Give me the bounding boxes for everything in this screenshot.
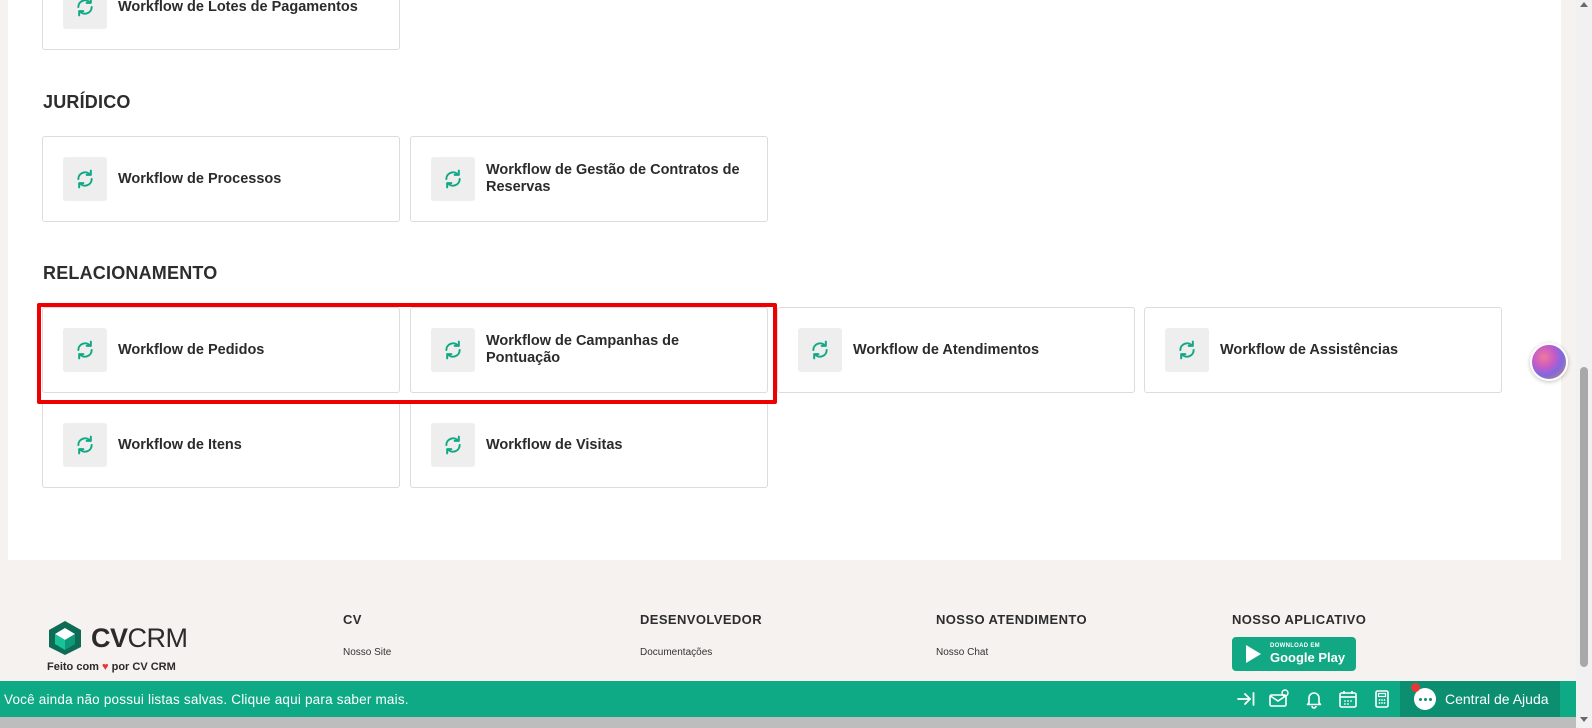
- sync-icon: [431, 157, 475, 201]
- workflow-card-visitas[interactable]: Workflow de Visitas: [410, 402, 768, 488]
- made-with-text: Feito com ♥ por CV CRM: [47, 661, 176, 673]
- window-bottom-edge: [0, 717, 1576, 728]
- notification-dot: [1411, 683, 1420, 692]
- workflow-card-label: Workflow de Gestão de Contratos de Reser…: [486, 162, 740, 195]
- vertical-scrollbar[interactable]: [1576, 0, 1592, 728]
- sync-icon: [63, 423, 107, 467]
- workflow-card-campanhas-pontuacao[interactable]: Workflow de Campanhas de Pontuação: [410, 307, 768, 393]
- workflow-card-label: Workflow de Assistências: [1220, 341, 1399, 358]
- cvcrm-logo-icon: [49, 621, 81, 655]
- workflow-card-pedidos[interactable]: Workflow de Pedidos: [42, 307, 400, 393]
- footer-column-cv: CV Nosso Site: [343, 612, 391, 658]
- cvcrm-logo: CVCRM: [47, 620, 188, 656]
- saved-lists-message[interactable]: Você ainda não possui listas salvas. Cli…: [4, 692, 409, 707]
- section-title-juridico: JURÍDICO: [43, 92, 131, 112]
- brand-name: CVCRM: [91, 622, 188, 653]
- sync-icon: [798, 328, 842, 372]
- footer-heading: NOSSO APLICATIVO: [1232, 612, 1367, 627]
- mail-settings-icon[interactable]: [1268, 688, 1290, 710]
- section-title-relacionamento: RELACIONAMENTO: [43, 263, 218, 283]
- saved-lists-bar: Você ainda não possui listas salvas. Cli…: [0, 681, 1576, 717]
- footer-column-atendimento: NOSSO ATENDIMENTO Nosso Chat: [936, 612, 1087, 658]
- footer-column-desenvolvedor: DESENVOLVEDOR Documentações: [640, 612, 762, 658]
- calendar-icon[interactable]: [1337, 688, 1359, 710]
- help-center-button[interactable]: Central de Ajuda: [1400, 681, 1560, 717]
- workflow-card-atendimentos[interactable]: Workflow de Atendimentos: [777, 307, 1135, 393]
- workflow-card-assistencias[interactable]: Workflow de Assistências: [1144, 307, 1502, 393]
- scrollbar-thumb[interactable]: [1580, 367, 1588, 667]
- sync-icon: [431, 328, 475, 372]
- workflow-card-itens[interactable]: Workflow de Itens: [42, 402, 400, 488]
- sync-icon: [431, 423, 475, 467]
- help-center-label: Central de Ajuda: [1445, 691, 1549, 707]
- workflow-card-label: Workflow de Campanhas de Pontuação: [486, 333, 680, 366]
- footer-heading: CV: [343, 612, 362, 627]
- workflow-card-label: Workflow de Visitas: [486, 436, 623, 453]
- footer-column-aplicativo: NOSSO APLICATIVO: [1232, 612, 1366, 627]
- workflow-card-label: Workflow de Atendimentos: [853, 341, 1040, 358]
- bell-icon[interactable]: [1303, 688, 1325, 710]
- footer-link-nosso-chat[interactable]: Nosso Chat: [936, 647, 1087, 658]
- google-play-small-text: DOWNLOAD EM: [1270, 643, 1320, 649]
- collapse-arrow-icon[interactable]: [1235, 688, 1257, 710]
- workflow-card-gestao-contratos-reservas[interactable]: Workflow de Gestão de Contratos de Reser…: [410, 136, 768, 222]
- footer-link-documentacoes[interactable]: Documentações: [640, 647, 762, 658]
- scroll-down-arrow-icon[interactable]: [1580, 717, 1588, 722]
- calculator-icon[interactable]: [1371, 688, 1393, 710]
- sync-icon: [63, 157, 107, 201]
- footer-heading: NOSSO ATENDIMENTO: [936, 612, 1088, 627]
- workflow-card-label: Workflow de Itens: [118, 436, 242, 453]
- google-play-button[interactable]: DOWNLOAD EM Google Play: [1232, 637, 1356, 671]
- scroll-up-arrow-icon[interactable]: [1580, 2, 1588, 7]
- sync-icon: [63, 0, 107, 29]
- play-store-icon: [1246, 645, 1261, 663]
- sync-icon: [1165, 328, 1209, 372]
- workflow-card-label: Workflow de Lotes de Pagamentos: [118, 0, 358, 15]
- footer-heading: DESENVOLVEDOR: [640, 612, 762, 627]
- assistant-avatar-button[interactable]: [1530, 343, 1568, 381]
- google-play-big-text: Google Play: [1270, 650, 1346, 665]
- footer-link-nosso-site[interactable]: Nosso Site: [343, 647, 391, 658]
- sync-icon: [63, 328, 107, 372]
- workflow-card-label: Workflow de Processos: [118, 170, 282, 187]
- heart-icon: ♥: [102, 661, 109, 673]
- workflow-card-lotes-pagamentos[interactable]: Workflow de Lotes de Pagamentos: [42, 0, 400, 50]
- workflow-card-processos[interactable]: Workflow de Processos: [42, 136, 400, 222]
- workflow-card-label: Workflow de Pedidos: [118, 341, 265, 358]
